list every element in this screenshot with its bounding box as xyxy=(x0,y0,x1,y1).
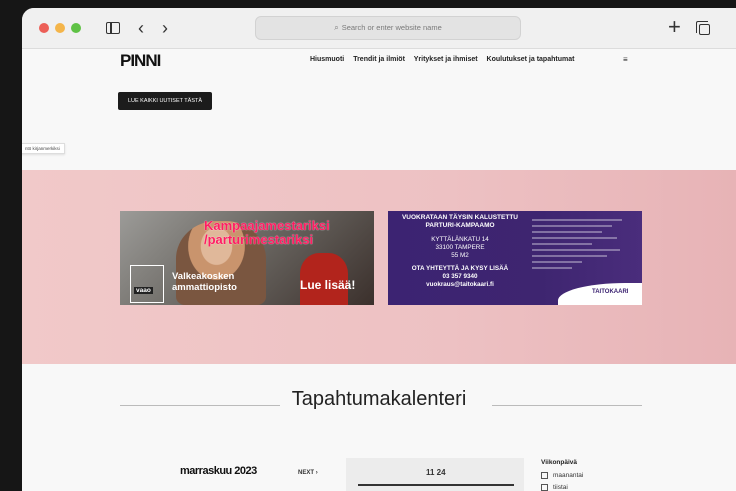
calendar-time-bar xyxy=(358,484,514,486)
ad2-text: VUOKRATAAN TÄYSIN KALUSTETTU PARTURI-KAM… xyxy=(401,214,519,288)
bookmark-tooltip: ntö kirjanmerkiksi xyxy=(22,143,65,154)
calendar-heading: Tapahtumakalenteri xyxy=(22,388,736,411)
back-arrow-icon[interactable]: ‹ xyxy=(138,18,144,38)
checkbox-icon[interactable] xyxy=(541,484,548,491)
ad-hairdresser-school[interactable]: Kampaajamestariksi /parturimestariksi va… xyxy=(120,211,374,305)
ad1-school-name: Valkeakosken ammattiopisto xyxy=(172,271,237,293)
ad1-headline: Kampaajamestariksi /parturimestariksi xyxy=(204,218,330,247)
address-placeholder: Search or enter website name xyxy=(341,23,442,32)
ad-salon-rental[interactable]: VUOKRATAAN TÄYSIN KALUSTETTU PARTURI-KAM… xyxy=(388,211,642,305)
nav-link-trendit[interactable]: Trendit ja ilmiöt xyxy=(353,56,405,63)
calendar-month: marraskuu 2023 xyxy=(180,465,257,477)
forward-arrow-icon[interactable]: › xyxy=(162,18,168,38)
nav-link-koulutukset[interactable]: Koulutukset ja tapahtumat xyxy=(487,56,575,63)
checkbox-icon[interactable] xyxy=(541,472,548,479)
ad1-cta[interactable]: Lue lisää! xyxy=(300,278,355,292)
calendar-next-button[interactable]: NEXT › xyxy=(298,470,318,476)
search-icon: ⌕ xyxy=(334,23,339,32)
nav-link-hiusmuoti[interactable]: Hiusmuoti xyxy=(310,56,344,63)
vaao-logo-icon xyxy=(130,265,164,303)
heading-rule-left xyxy=(120,405,280,406)
tab-overview-icon[interactable] xyxy=(696,21,710,35)
hamburger-menu-icon[interactable]: ≡ xyxy=(623,55,628,64)
weekday-checkbox-maanantai[interactable]: maanantai xyxy=(541,472,583,479)
web-page: PINNI Hiusmuoti Trendit ja ilmiöt Yrityk… xyxy=(22,49,736,491)
site-logo[interactable]: PINNI xyxy=(120,51,161,71)
calendar-time-label: 11 24 xyxy=(426,468,446,477)
browser-toolbar: ‹ › ⌕ Search or enter website name + xyxy=(22,8,736,49)
vaao-logo-text: vaao xyxy=(134,287,153,294)
address-bar[interactable]: ⌕ Search or enter website name xyxy=(255,16,521,40)
weekday-filter-heading: Viikonpäivä xyxy=(541,459,578,466)
chevron-right-icon: › xyxy=(315,470,318,476)
sidebar-toggle-icon[interactable] xyxy=(106,22,120,34)
new-tab-button[interactable]: + xyxy=(668,16,681,38)
nav-link-yritykset[interactable]: Yritykset ja ihmiset xyxy=(414,56,478,63)
heading-rule-right xyxy=(492,405,642,406)
ad2-brand-logo: TAITOKAARI xyxy=(592,289,629,295)
zoom-window-button[interactable] xyxy=(71,23,81,33)
browser-window: ‹ › ⌕ Search or enter website name + PINN… xyxy=(22,8,736,491)
close-window-button[interactable] xyxy=(39,23,49,33)
main-navigation: Hiusmuoti Trendit ja ilmiöt Yritykset ja… xyxy=(310,56,581,63)
weekday-checkbox-tiistai[interactable]: tiistai xyxy=(541,484,568,491)
calendar-title: Tapahtumakalenteri xyxy=(283,388,475,410)
ad-banner-section: Kampaajamestariksi /parturimestariksi va… xyxy=(22,170,736,364)
minimize-window-button[interactable] xyxy=(55,23,65,33)
ad2-fine-print xyxy=(532,219,632,273)
calendar-time-panel: 11 24 xyxy=(346,458,524,491)
read-all-news-button[interactable]: LUE KAIKKI UUTISET TÄSTÄ xyxy=(118,92,212,110)
